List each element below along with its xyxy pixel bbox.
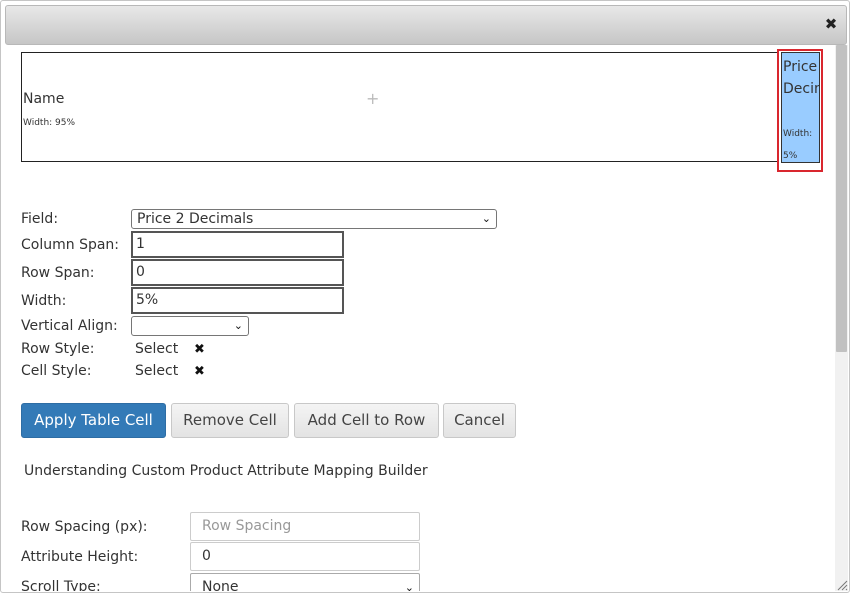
table-preview: Name Width: 95% + — [21, 52, 779, 162]
scroll-type-select[interactable]: None ⌄ — [190, 573, 420, 591]
close-icon[interactable]: ✖ — [822, 15, 840, 33]
scroll-type-label: Scroll Type: — [21, 579, 101, 591]
preview-name-width: Width: 95% — [23, 118, 76, 128]
builder-section-title: Understanding Custom Product Attribute M… — [24, 463, 428, 479]
field-select[interactable]: Price 2 Decimals ⌄ — [131, 209, 497, 229]
row-spacing-input[interactable]: Row Spacing — [190, 512, 420, 541]
row-style-label: Row Style: — [21, 341, 95, 357]
row-spacing-placeholder: Row Spacing — [202, 518, 292, 534]
preview-name-label: Name — [23, 91, 65, 107]
cell-style-clear-icon[interactable]: ✖ — [194, 364, 205, 379]
field-select-value: Price 2 Decimals — [137, 211, 254, 227]
width-input[interactable]: 5% — [131, 287, 344, 314]
apply-table-cell-button[interactable]: Apply Table Cell — [21, 403, 166, 438]
attribute-height-input[interactable]: 0 — [190, 542, 420, 571]
remove-cell-button[interactable]: Remove Cell — [171, 403, 289, 438]
row-span-input[interactable]: 0 — [131, 259, 344, 286]
row-span-label: Row Span: — [21, 265, 95, 281]
add-cell-plus-icon[interactable]: + — [366, 89, 379, 108]
preview-cell-selected[interactable]: Price 2 Decimals Width: 5% — [781, 52, 820, 163]
vertical-align-label: Vertical Align: — [21, 318, 118, 334]
width-label: Width: — [21, 293, 67, 309]
selected-cell-label: Price 2 Decimals — [783, 59, 819, 97]
dialog: ✖ Name Width: 95% + Price 2 Decimals Wid… — [0, 0, 850, 593]
vertical-scrollbar[interactable] — [835, 45, 848, 591]
resize-grip-icon[interactable] — [837, 580, 848, 591]
attribute-height-label: Attribute Height: — [21, 549, 139, 565]
dialog-content: Name Width: 95% + Price 2 Decimals Width… — [2, 45, 833, 591]
chevron-down-icon: ⌄ — [233, 319, 243, 332]
selected-cell-width: Width: 5% — [783, 129, 813, 161]
vertical-align-select[interactable]: ⌄ — [131, 316, 249, 336]
row-style-select[interactable]: Select — [135, 341, 178, 357]
cell-style-select[interactable]: Select — [135, 363, 178, 379]
column-span-label: Column Span: — [21, 237, 120, 253]
scrollbar-thumb[interactable] — [836, 45, 847, 352]
cancel-button[interactable]: Cancel — [443, 403, 516, 438]
chevron-down-icon: ⌄ — [481, 212, 491, 225]
dialog-titlebar[interactable]: ✖ — [5, 5, 847, 45]
chevron-down-icon: ⌄ — [404, 581, 414, 591]
row-style-clear-icon[interactable]: ✖ — [194, 342, 205, 357]
row-spacing-label: Row Spacing (px): — [21, 519, 148, 535]
field-label: Field: — [21, 211, 59, 227]
add-cell-to-row-button[interactable]: Add Cell to Row — [294, 403, 439, 438]
cell-style-label: Cell Style: — [21, 363, 92, 379]
scroll-type-value: None — [202, 579, 239, 591]
column-span-input[interactable]: 1 — [131, 231, 344, 258]
